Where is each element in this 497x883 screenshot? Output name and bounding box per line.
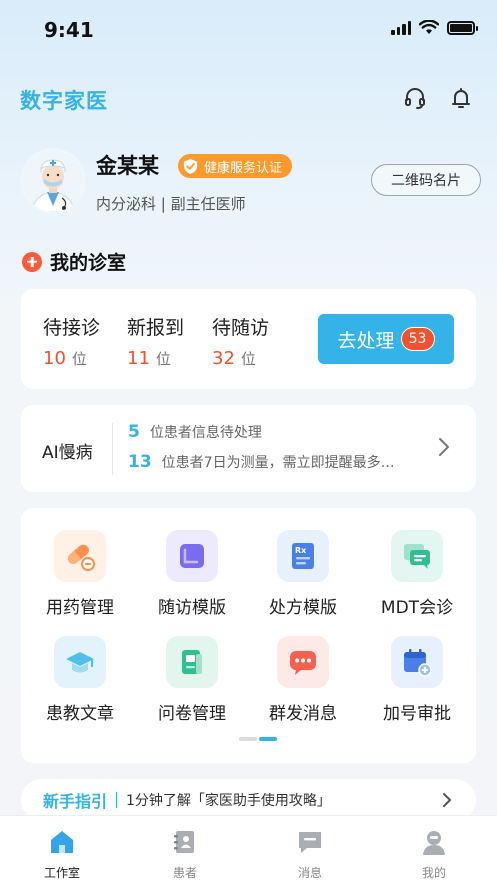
feature-label: MDT会诊 (380, 598, 454, 618)
status-time: 9:41 (44, 18, 94, 42)
feature-label: 问卷管理 (158, 704, 226, 724)
qr-card-button[interactable]: 二维码名片 (371, 164, 481, 196)
header-actions (403, 86, 473, 110)
ai-unmeasured-text: 位患者7日为测量，需立即提醒最多… (161, 455, 395, 471)
bottom-tab-bar: 工作室 患者 消息 我的 (0, 815, 497, 883)
badge-label: 健康服务认证 (204, 160, 283, 176)
shield-check-icon (183, 158, 198, 174)
feature-mdt-consultation[interactable]: MDT会诊 (362, 530, 472, 618)
tab-label: 工作室 (43, 866, 80, 880)
avatar[interactable] (20, 148, 86, 214)
stat-pending-followup[interactable]: 待随访 32 位 (212, 313, 269, 369)
message-icon (299, 832, 321, 853)
ai-unmeasured-count: 13 (128, 452, 152, 472)
process-button-label: 去处理 (337, 329, 395, 352)
stat-unit: 位 (240, 350, 256, 368)
guide-text: 1分钟了解「家医助手使用攻略」 (126, 793, 331, 809)
guide-title: 新手指引 (43, 792, 108, 811)
feature-label: 用药管理 (46, 598, 114, 618)
feature-group-message[interactable]: 群发消息 (248, 636, 358, 724)
tab-label: 我的 (421, 866, 446, 880)
stat-pending-consult[interactable]: 待接诊 10 位 (43, 313, 100, 369)
stat-label: 待接诊 (43, 317, 101, 339)
wifi-icon (419, 20, 439, 34)
stat-value: 10 (43, 348, 66, 369)
stat-value: 32 (212, 348, 235, 369)
stat-new-registration[interactable]: 新报到 11 位 (127, 313, 184, 369)
certification-badge: 健康服务认证 (178, 154, 293, 178)
status-bar: 9:41 (0, 0, 497, 60)
chevron-right-icon (443, 793, 451, 807)
status-icons (391, 20, 478, 35)
tab-label: 消息 (297, 866, 322, 880)
tab-label: 患者 (172, 866, 197, 880)
stat-unit: 位 (71, 350, 87, 368)
feature-grid: 用药管理 随访模版 Rx 处方模版 MDT会诊 患教文章 问卷管理 群发消息 加… (21, 508, 476, 763)
doctor-department: 内分泌科 | 副主任医师 (96, 195, 246, 213)
feature-extra-slot-approval[interactable]: 加号审批 (362, 636, 472, 724)
page-dot-active[interactable] (259, 737, 277, 741)
feature-medication[interactable]: 用药管理 (25, 530, 135, 618)
stat-label: 待随访 (212, 317, 270, 339)
page-dot[interactable] (239, 737, 257, 741)
ai-chronic-card[interactable]: AI慢病 5 位患者信息待处理 13 位患者7日为测量，需立即提醒最多… (21, 405, 476, 492)
tab-patients[interactable]: 患者 (145, 828, 225, 881)
ai-line-pending: 5 位患者信息待处理 (128, 422, 262, 442)
stat-label: 新报到 (127, 317, 185, 339)
feature-label: 加号审批 (383, 704, 451, 724)
bell-icon[interactable] (449, 86, 473, 110)
follow-up-template-icon (166, 530, 218, 582)
medicine-icon (54, 530, 106, 582)
divider (116, 792, 118, 808)
clinic-card: 待接诊 10 位 新报到 11 位 待随访 32 位 去处理 53 (21, 289, 476, 389)
tab-workspace[interactable]: 工作室 (22, 828, 102, 881)
svg-text:Rx: Rx (295, 546, 307, 555)
tab-mine[interactable]: 我的 (394, 828, 474, 881)
home-icon (51, 831, 73, 853)
feature-label: 群发消息 (269, 704, 337, 724)
page-indicator (239, 737, 277, 741)
doctor-name: 金某某 (96, 154, 159, 178)
feature-followup-template[interactable]: 随访模版 (137, 530, 247, 618)
feature-label: 处方模版 (269, 598, 337, 618)
ai-pending-count: 5 (128, 422, 140, 442)
clinic-title: 我的诊室 (50, 252, 127, 274)
feature-education-article[interactable]: 患教文章 (25, 636, 135, 724)
calendar-plus-icon (391, 636, 443, 688)
battery-icon (447, 20, 478, 35)
chevron-right-icon (439, 438, 449, 456)
tab-messages[interactable]: 消息 (270, 828, 350, 881)
questionnaire-icon (166, 636, 218, 688)
profile-icon (423, 831, 445, 855)
ai-line-unmeasured: 13 位患者7日为测量，需立即提醒最多… (128, 452, 395, 472)
mdt-consultation-icon (391, 530, 443, 582)
stat-value: 11 (127, 348, 150, 369)
feature-prescription-template[interactable]: Rx 处方模版 (248, 530, 358, 618)
feature-questionnaire[interactable]: 问卷管理 (137, 636, 247, 724)
divider (112, 423, 113, 475)
app-title: 数字家医 (20, 89, 108, 113)
education-cap-icon (54, 636, 106, 688)
headset-icon[interactable] (403, 86, 427, 110)
ai-chronic-label: AI慢病 (42, 443, 93, 463)
process-button[interactable]: 去处理 53 (318, 314, 454, 364)
cellular-signal-icon (391, 20, 411, 35)
clinic-section-title: 我的诊室 (22, 248, 126, 275)
plus-circle-icon (22, 251, 42, 272)
feature-label: 随访模版 (158, 598, 226, 618)
group-message-icon (277, 636, 329, 688)
prescription-icon: Rx (277, 530, 329, 582)
ai-pending-text: 位患者信息待处理 (149, 425, 262, 441)
patients-icon (174, 831, 194, 853)
feature-label: 患教文章 (46, 704, 114, 724)
stat-unit: 位 (155, 350, 171, 368)
pending-count-badge: 53 (400, 327, 435, 351)
